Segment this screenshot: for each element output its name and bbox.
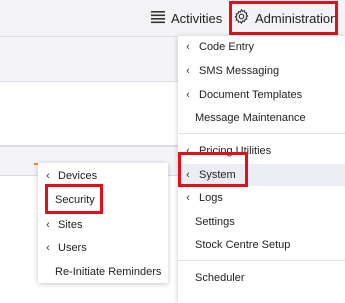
chevron-left-icon: ‹ <box>186 65 190 77</box>
administration-highlight <box>229 1 338 35</box>
submenu-item-users[interactable]: ‹ Users <box>38 237 168 259</box>
menu-divider <box>178 133 345 134</box>
background-panel <box>0 82 178 146</box>
menu-divider <box>178 260 345 261</box>
menu-item-scheduler[interactable]: Scheduler <box>178 267 345 289</box>
activities-label: Activities <box>171 10 223 26</box>
chevron-left-icon: ‹ <box>46 242 50 254</box>
submenu-item-sites[interactable]: ‹ Sites <box>38 214 168 236</box>
menu-item-stock-centre-setup[interactable]: Stock Centre Setup <box>178 234 345 256</box>
chevron-left-icon: ‹ <box>46 170 50 182</box>
system-highlight <box>178 152 248 187</box>
menu-item-sms-messaging[interactable]: ‹ SMS Messaging <box>178 60 345 82</box>
chevron-left-icon: ‹ <box>186 89 190 101</box>
menu-item-message-maintenance[interactable]: Message Maintenance <box>178 107 345 129</box>
submenu-item-label: Re-Initiate Reminders <box>55 266 162 278</box>
menu-item-label: Logs <box>199 192 223 204</box>
menu-item-settings[interactable]: Settings <box>178 211 345 233</box>
submenu-item-label: Sites <box>58 219 83 231</box>
menu-item-label: Scheduler <box>195 272 245 284</box>
menu-item-label: Document Templates <box>199 89 303 101</box>
chevron-left-icon: ‹ <box>186 41 190 53</box>
submenu-item-label: Users <box>58 242 87 254</box>
menu-item-label: SMS Messaging <box>199 65 280 77</box>
submenu-item-label: Devices <box>58 170 98 182</box>
background-panel <box>0 36 178 82</box>
menu-item-label: Stock Centre Setup <box>195 239 291 251</box>
menu-item-label: Settings <box>195 216 235 228</box>
security-highlight <box>45 184 103 214</box>
list-icon <box>150 10 171 27</box>
activities-nav-item[interactable]: Activities <box>150 0 222 36</box>
menu-item-document-templates[interactable]: ‹ Document Templates <box>178 84 345 106</box>
menu-item-logs[interactable]: ‹ Logs <box>178 187 345 209</box>
menu-item-label: Code Entry <box>199 41 255 53</box>
menu-item-code-entry[interactable]: ‹ Code Entry <box>178 36 345 58</box>
menu-item-label: Message Maintenance <box>195 112 306 124</box>
system-submenu: ‹ Devices Security ‹ Sites ‹ Users Re-In… <box>38 163 168 283</box>
chevron-left-icon: ‹ <box>46 219 50 231</box>
chevron-left-icon: ‹ <box>186 192 190 204</box>
submenu-item-re-initiate-reminders[interactable]: Re-Initiate Reminders <box>38 261 168 283</box>
